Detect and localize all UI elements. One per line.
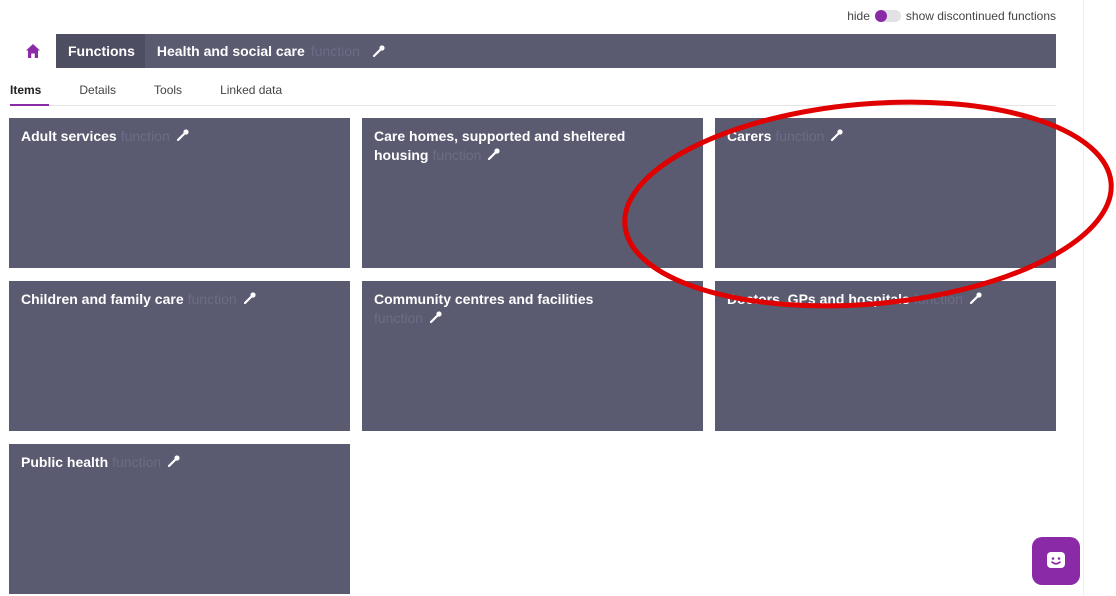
card-title: Community centres and facilities: [374, 291, 594, 307]
card-care-homes[interactable]: Care homes, supported and sheltered hous…: [362, 118, 703, 268]
card-title: Doctors, GPs and hospitals: [727, 291, 910, 307]
tab-bar: Items Details Tools Linked data: [10, 79, 1056, 106]
top-bar: hide show discontinued functions: [0, 0, 1084, 30]
tab-linked-data[interactable]: Linked data: [220, 79, 282, 105]
discontinued-toggle[interactable]: hide show discontinued functions: [847, 9, 1056, 23]
card-type-label: function: [775, 128, 825, 144]
toggle-hide-label: hide: [847, 9, 870, 23]
wrench-icon[interactable]: [487, 147, 501, 161]
toggle-switch[interactable]: [874, 10, 901, 22]
card-community-centres[interactable]: Community centres and facilities function: [362, 281, 703, 431]
card-title: Children and family care: [21, 291, 184, 307]
card-adult-services[interactable]: Adult services function: [9, 118, 350, 268]
wrench-icon[interactable]: [243, 291, 257, 305]
breadcrumb-header: Functions Health and social care functio…: [10, 34, 1056, 68]
wrench-icon[interactable]: [830, 128, 844, 142]
items-grid: Adult services function Care homes, suppo…: [9, 118, 1057, 594]
card-carers[interactable]: Carers function: [715, 118, 1056, 268]
card-type-label: function: [120, 128, 170, 144]
card-children-family-care[interactable]: Children and family care function: [9, 281, 350, 431]
wrench-icon[interactable]: [167, 454, 181, 468]
wrench-icon[interactable]: [372, 44, 386, 58]
tab-items[interactable]: Items: [10, 79, 50, 106]
card-type-label: function: [913, 291, 963, 307]
home-button[interactable]: [10, 34, 56, 68]
wrench-icon[interactable]: [429, 310, 443, 324]
chat-smiley-icon: [1047, 552, 1065, 568]
breadcrumb-current: Health and social care function: [145, 43, 386, 59]
toggle-show-label: show discontinued functions: [905, 9, 1056, 23]
wrench-icon[interactable]: [176, 128, 190, 142]
breadcrumb: Functions Health and social care functio…: [56, 34, 1056, 68]
card-title: Public health: [21, 454, 109, 470]
card-title: Carers: [727, 128, 772, 144]
page-edge-divider: [1083, 0, 1084, 596]
tab-tools[interactable]: Tools: [154, 79, 182, 105]
page-type-label: function: [310, 43, 360, 59]
chat-button[interactable]: [1032, 537, 1080, 585]
tab-details[interactable]: Details: [79, 79, 116, 105]
card-type-label: function: [432, 147, 482, 163]
toggle-knob: [874, 10, 887, 22]
wrench-icon[interactable]: [969, 291, 983, 305]
card-doctors-gps-hospitals[interactable]: Doctors, GPs and hospitals function: [715, 281, 1056, 431]
home-icon: [26, 44, 40, 58]
card-title: Adult services: [21, 128, 117, 144]
card-type-label: function: [374, 310, 424, 326]
card-public-health[interactable]: Public health function: [9, 444, 350, 594]
card-type-label: function: [112, 454, 162, 470]
page-title: Health and social care: [156, 43, 305, 59]
breadcrumb-functions[interactable]: Functions: [56, 34, 145, 68]
card-type-label: function: [187, 291, 237, 307]
